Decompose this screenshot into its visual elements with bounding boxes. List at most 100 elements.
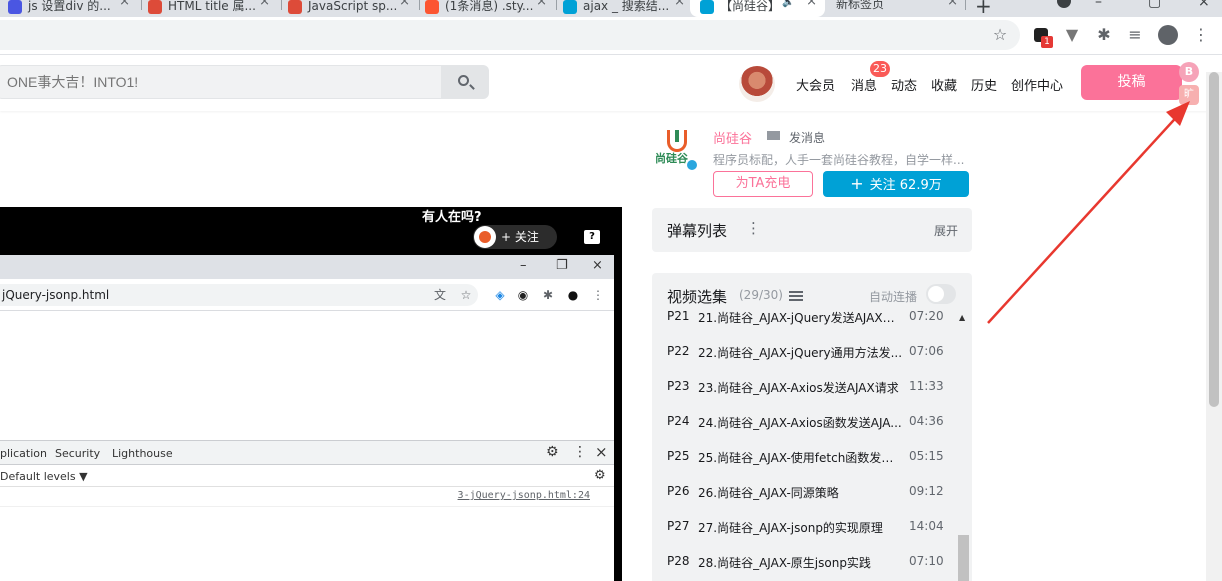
- browser-menu-icon[interactable]: ⋮: [1190, 24, 1212, 46]
- playlist-count: (29/30): [739, 288, 783, 302]
- tab-close-icon[interactable]: ×: [806, 0, 817, 8]
- new-tab-icon[interactable]: +: [975, 0, 992, 17]
- verified-bolt-icon: [685, 158, 699, 172]
- translate-icon: 文: [433, 288, 446, 302]
- part-title: 23.尚硅谷_AJAX-Axios发送AJAX请求: [698, 381, 899, 395]
- upload-button[interactable]: 投稿: [1081, 65, 1182, 100]
- playlist-item[interactable]: P23 23.尚硅谷_AJAX-Axios发送AJAX请求 11:33: [652, 379, 957, 414]
- recorded-cat-icon: ●: [567, 288, 579, 302]
- close-window-icon[interactable]: ×: [1198, 0, 1210, 10]
- page-scrollbar[interactable]: [1206, 72, 1222, 581]
- browser-tab[interactable]: JavaScript sp... ×: [288, 0, 418, 17]
- tab-favicon-icon: [148, 0, 162, 14]
- danmaku-more-icon[interactable]: ⋮: [746, 219, 761, 237]
- part-title: 24.尚硅谷_AJAX-Axios函数发送AJA...: [698, 416, 902, 430]
- playlist-item[interactable]: P22 22.尚硅谷_AJAX-jQuery通用方法发... 07:06: [652, 344, 957, 379]
- nav-favorites[interactable]: 收藏: [931, 75, 957, 94]
- tab-search-icon[interactable]: [1057, 0, 1071, 8]
- playlist-item[interactable]: P21 21.尚硅谷_AJAX-jQuery发送AJAX请求 07:20: [652, 309, 957, 344]
- playlist-item[interactable]: P24 24.尚硅谷_AJAX-Axios函数发送AJA... 04:36: [652, 414, 957, 449]
- follow-button[interactable]: + 关注 62.9万: [823, 171, 969, 197]
- tab-close-icon[interactable]: ×: [119, 0, 130, 8]
- nav-history[interactable]: 历史: [971, 75, 997, 94]
- nav-dynamics[interactable]: 动态: [891, 75, 917, 94]
- extension-icon[interactable]: 1: [1030, 24, 1053, 48]
- tab-close-icon[interactable]: ×: [674, 0, 685, 8]
- browser-tab[interactable]: HTML title 属... ×: [148, 0, 278, 17]
- bookmark-star-icon[interactable]: ☆: [989, 24, 1011, 46]
- part-duration: 07:10: [909, 554, 944, 568]
- tab-separator: [419, 0, 420, 10]
- maximize-icon[interactable]: ▢: [1148, 0, 1161, 10]
- tab-title: JavaScript sp...: [308, 0, 398, 13]
- browser-tab[interactable]: ajax _ 搜索结... ×: [563, 0, 693, 17]
- site-header: 大会员 消息 23 动态 收藏 历史 创作中心 投稿 B 旷: [0, 55, 1222, 111]
- recorded-minimize-icon: –: [520, 258, 527, 273]
- autoplay-toggle[interactable]: [926, 284, 956, 304]
- tab-separator: [965, 0, 966, 10]
- tab-favicon-icon: [700, 0, 714, 14]
- nav-vip[interactable]: 大会员: [796, 75, 835, 94]
- annotation-arrow-line: [987, 109, 1184, 324]
- part-title: 27.尚硅谷_AJAX-jsonp的实现原理: [698, 521, 883, 535]
- browser-tab[interactable]: 新标签页 ×: [836, 0, 966, 17]
- tab-close-icon[interactable]: ×: [536, 0, 547, 8]
- address-bar[interactable]: [0, 20, 1020, 50]
- uploader-name[interactable]: 尚硅谷: [713, 128, 752, 147]
- part-duration: 14:04: [909, 519, 944, 533]
- avatar[interactable]: [739, 66, 775, 102]
- part-duration: 11:33: [909, 379, 944, 393]
- playlist-item[interactable]: P26 26.尚硅谷_AJAX-同源策略 09:12: [652, 484, 957, 519]
- vue-devtools-icon[interactable]: ▼: [1061, 24, 1083, 46]
- nav-messages[interactable]: 消息: [851, 75, 877, 94]
- feedback-icon[interactable]: ?: [584, 230, 600, 244]
- charge-button[interactable]: 为TA充电: [713, 171, 813, 197]
- part-duration: 07:20: [909, 309, 944, 323]
- page-scrollbar-thumb[interactable]: [1209, 72, 1219, 407]
- tab-close-icon[interactable]: ×: [399, 0, 410, 8]
- send-message-link[interactable]: 发消息: [789, 129, 825, 146]
- search-input[interactable]: [0, 65, 442, 99]
- playlist-item[interactable]: P28 28.尚硅谷_AJAX-原生jsonp实践 07:10: [652, 554, 957, 581]
- part-number: P22: [667, 344, 690, 358]
- danmaku-list-panel[interactable]: 弹幕列表 ⋮ 展开: [652, 208, 972, 252]
- list-view-icon[interactable]: [789, 291, 803, 301]
- float-badge-b[interactable]: B: [1179, 62, 1199, 82]
- playlist-scrollbar[interactable]: [958, 535, 969, 581]
- tab-close-icon[interactable]: ×: [947, 0, 958, 8]
- part-title: 26.尚硅谷_AJAX-同源策略: [698, 486, 839, 500]
- browser-toolbar: ☆ 1 ▼ ✱ ≡ ⋮: [0, 17, 1222, 55]
- danmaku-expand-button[interactable]: 展开: [934, 222, 958, 239]
- part-number: P25: [667, 449, 690, 463]
- devtools-more-icon: ⋮: [573, 444, 587, 460]
- minimize-icon[interactable]: –: [1095, 0, 1102, 10]
- video-follow-button[interactable]: + 关注: [473, 225, 557, 249]
- tab-separator: [141, 0, 142, 10]
- browser-tab-active[interactable]: 【尚硅谷】 🔈 ×: [690, 0, 825, 17]
- search-icon: [458, 75, 469, 86]
- playlist-item[interactable]: P27 27.尚硅谷_AJAX-jsonp的实现原理 14:04: [652, 519, 957, 554]
- tab-title: (1条消息) .sty...: [445, 0, 534, 13]
- part-title: 25.尚硅谷_AJAX-使用fetch函数发送...: [698, 451, 904, 465]
- browser-tab[interactable]: js 设置div 的... ×: [8, 0, 138, 17]
- nav-creator-center[interactable]: 创作中心: [1011, 75, 1063, 94]
- uploader-logo-text: 尚硅谷: [655, 152, 688, 165]
- tab-close-icon[interactable]: ×: [259, 0, 270, 8]
- float-badge-k[interactable]: 旷: [1179, 85, 1199, 105]
- profile-icon[interactable]: [1157, 24, 1179, 46]
- reading-list-icon[interactable]: ≡: [1124, 24, 1146, 46]
- playlist-item[interactable]: P25 25.尚硅谷_AJAX-使用fetch函数发送... 05:15: [652, 449, 957, 484]
- uploader-logo-cup-icon: [667, 130, 687, 152]
- uploader-logo[interactable]: 尚硅谷: [655, 128, 701, 174]
- browser-tab[interactable]: (1条消息) .sty... ×: [425, 0, 555, 17]
- part-number: P27: [667, 519, 690, 533]
- playlist-scroll-up-icon[interactable]: ▲: [959, 313, 965, 322]
- messages-badge: 23: [870, 61, 890, 77]
- tab-favicon-icon: [563, 0, 577, 14]
- puzzle-extensions-icon[interactable]: ✱: [1093, 24, 1115, 46]
- search-button[interactable]: [441, 65, 489, 99]
- tab-audio-icon[interactable]: 🔈: [782, 0, 794, 8]
- part-duration: 04:36: [909, 414, 944, 428]
- video-player[interactable]: 有人在吗? + 关注 ? – ❐ × jQuery-jsonp.html 文 ☆…: [0, 207, 622, 581]
- mail-icon[interactable]: [767, 131, 780, 140]
